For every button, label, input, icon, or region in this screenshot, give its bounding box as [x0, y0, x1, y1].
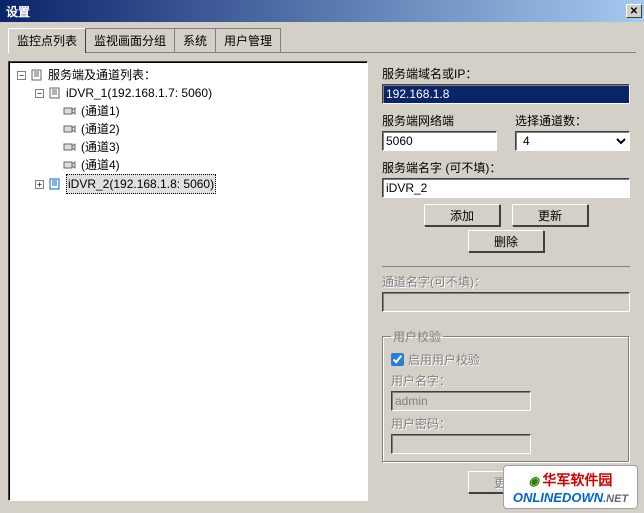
- expand-icon[interactable]: +: [35, 180, 44, 189]
- close-button[interactable]: ✕: [626, 4, 642, 18]
- titlebar: 设置 ✕: [0, 0, 644, 22]
- window-title: 设置: [2, 3, 30, 20]
- user-verify-group: 用户校验 启用用户校验 用户名字： 用户密码：: [382, 328, 630, 463]
- tree-node-idvr2[interactable]: iDVR_2(192.168.1.8: 5060): [66, 174, 216, 194]
- document-icon: [48, 87, 62, 99]
- channels-select[interactable]: 4: [515, 131, 630, 151]
- tab-view-group[interactable]: 监视画面分组: [85, 28, 175, 52]
- tree-channel[interactable]: (通道3): [81, 138, 120, 156]
- enable-verify-checkbox[interactable]: [391, 353, 404, 366]
- collapse-icon[interactable]: −: [17, 71, 26, 80]
- ip-input[interactable]: [382, 84, 630, 104]
- tab-monitor-list[interactable]: 监控点列表: [8, 28, 86, 53]
- user-verify-legend: 用户校验: [391, 328, 443, 345]
- watermark-en: ONLINEDOWN: [513, 490, 603, 505]
- camera-icon: [63, 141, 77, 153]
- collapse-icon[interactable]: −: [35, 89, 44, 98]
- document-icon: [30, 69, 44, 81]
- watermark-net: .NET: [603, 493, 628, 505]
- watermark: ◉ 华军软件园 ONLINEDOWN.NET: [503, 465, 638, 509]
- username-input: [391, 391, 531, 411]
- server-name-input[interactable]: [382, 178, 630, 198]
- update-button[interactable]: 更新: [512, 204, 588, 226]
- document-icon: [48, 178, 62, 190]
- port-label: 服务端网络端: [382, 112, 497, 129]
- channel-name-group: 通道名字(可不填)：: [382, 266, 630, 318]
- add-button[interactable]: 添加: [424, 204, 500, 226]
- tree-node-idvr1[interactable]: iDVR_1(192.168.1.7: 5060): [66, 84, 212, 102]
- tree-channel[interactable]: (通道2): [81, 120, 120, 138]
- server-name-label: 服务端名字 (可不填)：: [382, 159, 630, 176]
- tab-user-mgmt[interactable]: 用户管理: [215, 28, 281, 52]
- camera-icon: [63, 105, 77, 117]
- server-form: 服务端域名或IP： 服务端网络端 选择通道数： 4 服务端名字 (可不填)： 添…: [376, 61, 636, 503]
- tree-channel[interactable]: (通道1): [81, 102, 120, 120]
- tree-root-label: 服务端及通道列表：: [48, 66, 156, 84]
- channel-name-label: 通道名字(可不填)：: [382, 273, 630, 290]
- tab-system[interactable]: 系统: [174, 28, 216, 52]
- enable-verify-label: 启用用户校验: [408, 351, 480, 368]
- tab-strip: 监控点列表 监视画面分组 系统 用户管理: [8, 28, 636, 53]
- watermark-globe-icon: ◉: [529, 474, 539, 488]
- password-input: [391, 434, 531, 454]
- delete-button[interactable]: 删除: [468, 230, 544, 252]
- username-label: 用户名字：: [391, 372, 621, 389]
- tree-channel[interactable]: (通道4): [81, 156, 120, 174]
- ip-label: 服务端域名或IP：: [382, 65, 630, 82]
- channel-name-input: [382, 292, 630, 312]
- port-input[interactable]: [382, 131, 497, 151]
- password-label: 用户密码：: [391, 415, 621, 432]
- camera-icon: [63, 123, 77, 135]
- watermark-cn: 华军软件园: [542, 474, 612, 489]
- camera-icon: [63, 159, 77, 171]
- server-channel-tree[interactable]: − 服务端及通道列表： − iDVR_1(192.168.1.7: 5060) …: [8, 61, 368, 501]
- channels-label: 选择通道数：: [515, 112, 630, 129]
